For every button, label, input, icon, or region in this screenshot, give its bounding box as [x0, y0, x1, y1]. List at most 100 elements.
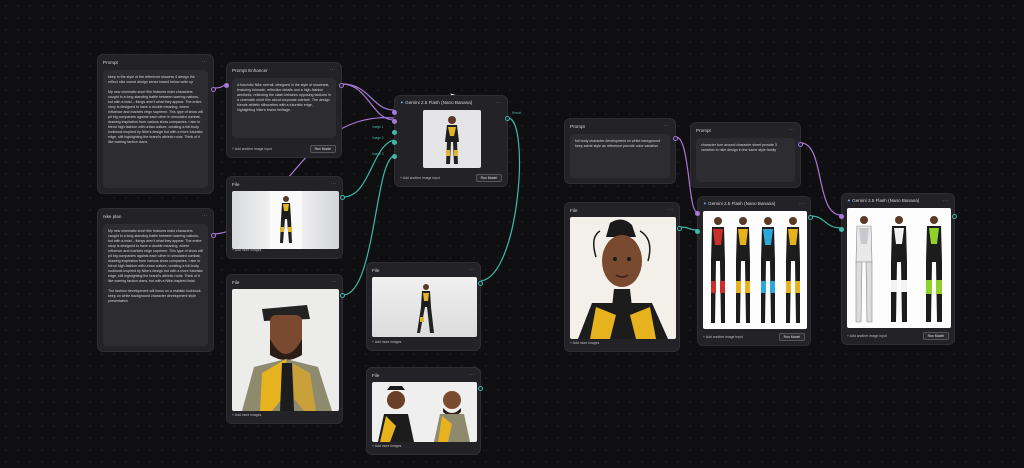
- more-dots-icon[interactable]: ···: [789, 127, 796, 133]
- file-image: [372, 277, 477, 337]
- gemini-sparkle-icon: ✦: [703, 201, 707, 206]
- more-dots-icon[interactable]: ···: [664, 123, 671, 129]
- add-more-images-link[interactable]: + Add more images: [232, 248, 261, 252]
- add-image-input-link[interactable]: + Add another image input: [400, 176, 440, 180]
- run-model-button[interactable]: Run Model: [922, 332, 949, 340]
- node-title: Prompt: [103, 59, 118, 65]
- add-more-images-link[interactable]: + Add more images: [372, 444, 401, 448]
- prompt-node-3[interactable]: Prompt ··· character turn around characte…: [690, 122, 803, 188]
- output-port[interactable]: [478, 386, 483, 391]
- prompt-input-port[interactable]: [392, 119, 397, 124]
- node-title: File: [372, 372, 380, 378]
- output-port[interactable]: [340, 293, 345, 298]
- gemini-sparkle-icon: ✦: [847, 198, 851, 203]
- file-node-4[interactable]: File ··· + Add more images: [366, 367, 483, 455]
- more-dots-icon[interactable]: ···: [331, 181, 338, 187]
- nike-plan-text-body: My new cinematic short film features mai…: [108, 229, 204, 283]
- output-port[interactable]: [211, 233, 216, 238]
- result-output-port[interactable]: [808, 215, 813, 220]
- prompt-text-area[interactable]: full body character development on white…: [570, 134, 670, 178]
- file-node-2[interactable]: File ··· + Add more images: [226, 274, 345, 424]
- run-model-button[interactable]: Run Model: [309, 145, 336, 153]
- file-image: [570, 217, 676, 339]
- add-more-images-link[interactable]: + Add more images: [372, 340, 401, 344]
- add-image-input-link[interactable]: + Add another image input: [232, 147, 272, 151]
- more-dots-icon[interactable]: ···: [331, 279, 338, 285]
- image-input-port-3[interactable]: [392, 154, 397, 159]
- prompt-enhancer-node[interactable]: Prompt Enhancer ··· A futuristic Nike ove…: [224, 62, 344, 158]
- port-label-image-3: Image 3: [372, 152, 384, 156]
- add-image-input-link[interactable]: + Add another image input: [703, 335, 743, 339]
- image-input-port-2[interactable]: [392, 140, 397, 145]
- more-dots-icon[interactable]: ···: [799, 201, 806, 207]
- file-image: [232, 191, 339, 249]
- file-node-3[interactable]: File ··· + Add more images: [366, 262, 483, 351]
- result-image: [423, 110, 481, 168]
- run-model-button[interactable]: Run Model: [778, 333, 805, 341]
- input-port[interactable]: [224, 83, 229, 88]
- file-image: [372, 382, 477, 442]
- output-port[interactable]: [478, 281, 483, 286]
- node-title: File: [570, 207, 578, 213]
- output-port[interactable]: [798, 142, 803, 147]
- port-label-image-1: Image 1: [372, 125, 384, 129]
- nike-plan-text-note: The fashion development will focus on a …: [108, 289, 202, 303]
- result-output-port[interactable]: [505, 116, 510, 121]
- prompt-text-area[interactable]: character turn around character sheet pr…: [696, 138, 795, 182]
- port-label-result: Result: [512, 111, 522, 115]
- output-port[interactable]: [339, 83, 344, 88]
- image-input-port[interactable]: [695, 229, 700, 234]
- image-input-port-1[interactable]: [392, 130, 397, 135]
- output-port[interactable]: [677, 226, 682, 231]
- more-dots-icon[interactable]: ···: [668, 207, 675, 213]
- gemini-sparkle-icon: ✦: [400, 100, 404, 105]
- nike-plan-text-area[interactable]: My new cinematic short film features mai…: [103, 224, 208, 346]
- output-port[interactable]: [673, 136, 678, 141]
- node-title-row: ✦ Gemini 2.5 Flash (Nano Banana): [703, 201, 775, 207]
- result-image: [847, 208, 951, 328]
- node-title: Prompt: [696, 127, 711, 133]
- node-title: Prompt: [570, 123, 585, 129]
- enhanced-text: A futuristic Nike overall, designed in t…: [237, 83, 331, 112]
- more-dots-icon[interactable]: ···: [943, 198, 950, 204]
- more-dots-icon[interactable]: ···: [202, 59, 209, 65]
- file-node-5[interactable]: File ··· + Add more images: [564, 202, 682, 352]
- image-input-port[interactable]: [839, 227, 844, 232]
- add-more-images-link[interactable]: + Add more images: [232, 413, 261, 417]
- result-output-port[interactable]: [952, 214, 957, 219]
- prompt-text-body: My new cinematic short film features mai…: [108, 90, 204, 144]
- add-more-images-link[interactable]: + Add more images: [570, 341, 599, 345]
- gemini-node-3[interactable]: ✦ Gemini 2.5 Flash (Nano Banana) ··· + A…: [839, 193, 957, 345]
- output-port[interactable]: [340, 195, 345, 200]
- enhanced-text-area[interactable]: A futuristic Nike overall, designed in t…: [232, 78, 336, 138]
- nike-plan-node[interactable]: nike plan ··· My new cinematic short film…: [97, 208, 216, 352]
- prompt-text-area[interactable]: keep in the style of the reference shown…: [103, 70, 208, 188]
- prompt-input-port[interactable]: [695, 211, 700, 216]
- node-title: Gemini 2.5 Flash (Nano Banana): [405, 100, 473, 105]
- prompt-node-1[interactable]: Prompt ··· keep in the style of the refer…: [97, 54, 216, 194]
- node-title-row: ✦ Gemini 2.5 Flash (Nano Banana): [847, 198, 919, 204]
- run-model-button[interactable]: Run Model: [475, 174, 502, 182]
- prompt-node-2[interactable]: Prompt ··· full body character developmen…: [564, 118, 678, 184]
- node-title: nike plan: [103, 213, 122, 219]
- gemini-node-2[interactable]: ✦ Gemini 2.5 Flash (Nano Banana) ··· + A…: [695, 196, 813, 346]
- more-dots-icon[interactable]: ···: [496, 100, 503, 106]
- gemini-node-1[interactable]: ✦ Gemini 2.5 Flash (Nano Banana) ··· + Ad…: [392, 95, 510, 187]
- more-dots-icon[interactable]: ···: [469, 372, 476, 378]
- node-title: Prompt Enhancer: [232, 67, 268, 73]
- result-image: [703, 211, 807, 329]
- prompt-text: character turn around character sheet pr…: [701, 143, 777, 152]
- output-port[interactable]: [211, 87, 216, 92]
- port-label-image-2: Image 2: [372, 136, 384, 140]
- more-dots-icon[interactable]: ···: [330, 67, 337, 73]
- prompt-text-line: keep in the style of the reference shown…: [108, 75, 195, 84]
- node-title: File: [232, 181, 240, 187]
- prompt-input-port[interactable]: [839, 214, 844, 219]
- file-node-1[interactable]: File ··· + Add more images: [226, 176, 345, 259]
- more-dots-icon[interactable]: ···: [469, 267, 476, 273]
- more-dots-icon[interactable]: ···: [202, 213, 209, 219]
- node-title-row: ✦ Gemini 2.5 Flash (Nano Banana): [400, 100, 472, 106]
- node-title: Gemini 2.5 Flash (Nano Banana): [708, 201, 776, 206]
- prompt-input-port[interactable]: [392, 110, 397, 115]
- add-image-input-link[interactable]: + Add another image input: [847, 334, 887, 338]
